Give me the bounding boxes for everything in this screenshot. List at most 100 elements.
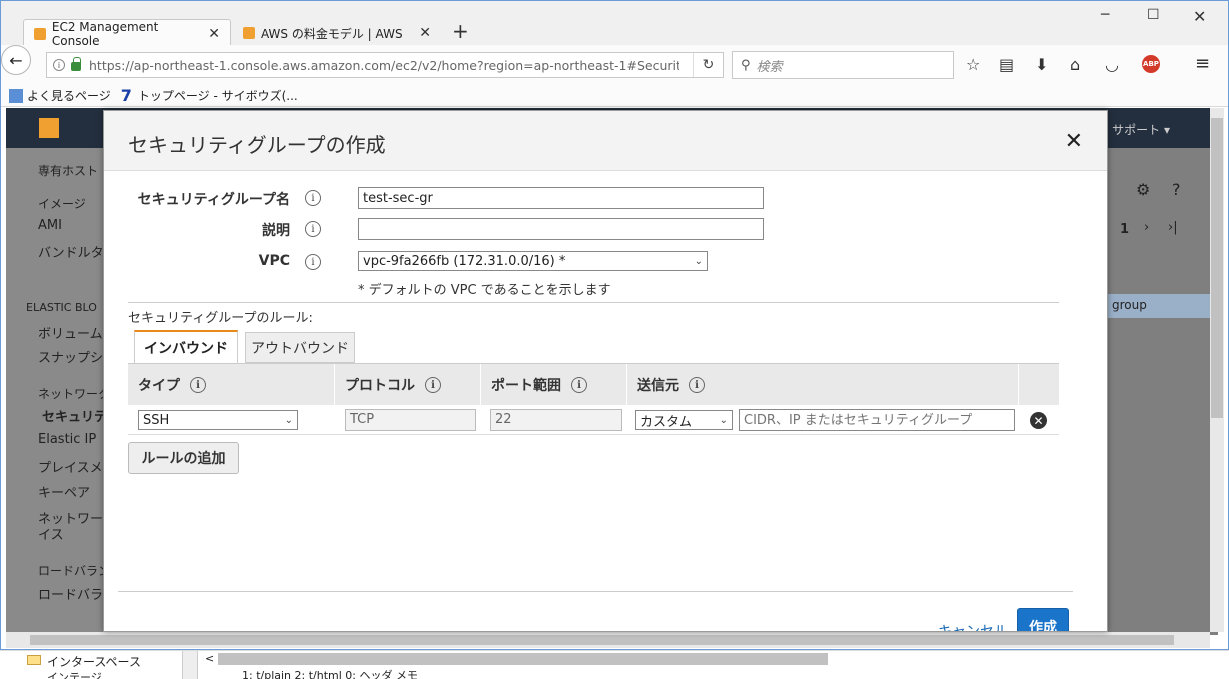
chevron-down-icon: ⌄ <box>694 255 703 267</box>
sidebar-item-security-groups[interactable]: セキュリテ <box>42 406 107 425</box>
pocket-icon[interactable]: ◡ <box>1105 55 1119 74</box>
sidebar-item[interactable]: イス <box>38 524 64 543</box>
column-protocol: プロトコル i <box>334 364 480 406</box>
console-right-panel: ⚙ ? 1 › ›| group <box>1108 148 1218 635</box>
rule-source-value: カスタム <box>640 414 693 430</box>
cidr-input[interactable] <box>739 409 1015 431</box>
rule-type-value: SSH <box>143 412 170 428</box>
info-icon[interactable]: i <box>305 190 321 206</box>
remove-rule-icon[interactable]: ✕ <box>1030 412 1047 429</box>
gear-icon[interactable]: ⚙ <box>1136 180 1150 199</box>
download-icon[interactable]: ⬇ <box>1035 55 1048 74</box>
rule-type-select[interactable]: SSH ⌄ <box>138 410 298 430</box>
lock-icon <box>71 57 81 71</box>
adblock-icon[interactable]: ABP <box>1142 55 1160 73</box>
sidebar-section[interactable]: ネットワーク <box>38 385 110 402</box>
vertical-scrollbar[interactable] <box>1210 108 1224 632</box>
column-label: 送信元 <box>637 378 679 394</box>
menu-icon[interactable]: ≡ <box>1195 53 1210 74</box>
sidebar-item[interactable]: 専有ホスト <box>38 162 98 179</box>
new-tab-button[interactable]: + <box>452 19 469 43</box>
tree-item[interactable]: インテージ <box>47 669 102 679</box>
next-page-icon[interactable]: › <box>1144 220 1149 235</box>
bookmark-cybozu[interactable]: 7 トップページ - サイボウズ(... <box>121 86 298 105</box>
site-info-icon[interactable]: i <box>53 59 65 71</box>
info-icon[interactable]: i <box>571 377 587 393</box>
sidebar-item[interactable]: キーペア <box>38 482 90 501</box>
tab-outbound[interactable]: アウトバウンド <box>245 332 355 363</box>
info-icon[interactable]: i <box>425 377 441 393</box>
vpc-select[interactable]: vpc-9fa266fb (172.31.0.0/16) * ⌄ <box>358 251 708 271</box>
bookmark-star-icon[interactable]: ☆ <box>966 55 980 74</box>
back-button[interactable]: ← <box>1 45 31 75</box>
home-icon[interactable]: ⌂ <box>1070 55 1080 74</box>
sidebar-section[interactable]: イメージ <box>38 195 86 212</box>
scroll-left-icon[interactable]: < <box>205 652 214 665</box>
browser-tab-ec2[interactable]: EC2 Management Console ✕ <box>23 19 231 48</box>
bookmark-label: トップページ - サイボウズ(... <box>137 89 298 103</box>
sidebar-item[interactable]: Elastic IP <box>38 432 96 447</box>
column-label: ポート範囲 <box>491 378 561 394</box>
minimize-icon[interactable]: ─ <box>1101 7 1109 23</box>
address-bar[interactable]: i https://ap-northeast-1.console.aws.ama… <box>46 52 724 78</box>
horizontal-scrollbar[interactable] <box>218 653 828 665</box>
bookmarks-toolbar: よく見るページ 7 トップページ - サイボウズ(... <box>1 85 1228 107</box>
table-cell: group <box>1112 298 1147 312</box>
ec2-sidebar: 専有ホスト イメージ AMI バンドルタ ELASTIC BLO ボリューム ス… <box>6 148 122 635</box>
reading-list-icon[interactable]: ▤ <box>999 55 1014 74</box>
cybozu-icon: 7 <box>120 86 132 105</box>
sg-name-input[interactable] <box>358 187 764 209</box>
dialog-title: セキュリティグループの作成 <box>128 133 386 157</box>
vpc-value: vpc-9fa266fb (172.31.0.0/16) * <box>363 253 566 269</box>
mail-tabs[interactable]: 1: t/plain 2: t/html 0: ヘッダ メモ <box>242 667 418 679</box>
maximize-icon[interactable]: ☐ <box>1147 7 1160 23</box>
bookmark-most-visited[interactable]: よく見るページ <box>9 87 111 104</box>
aws-logo-icon[interactable] <box>39 118 59 138</box>
pane-divider[interactable] <box>182 651 198 679</box>
browser-tab-pricing[interactable]: AWS の料金モデル | AWS ✕ <box>233 19 441 47</box>
rules-table-header: タイプ i プロトコル i ポート範囲 i 送信元 i <box>128 363 1059 406</box>
sidebar-item[interactable]: バンドルタ <box>38 242 104 261</box>
cancel-button[interactable]: キャンセル <box>938 621 1008 631</box>
info-icon[interactable]: i <box>305 221 321 237</box>
info-icon[interactable]: i <box>190 377 206 393</box>
add-rule-button[interactable]: ルールの追加 <box>128 442 239 474</box>
window-close-icon[interactable]: ✕ <box>1193 7 1206 26</box>
navigation-bar: ← i https://ap-northeast-1.console.aws.a… <box>1 45 1228 85</box>
search-input[interactable]: ⚲ 検索 <box>732 51 954 79</box>
sidebar-item[interactable]: ボリューム <box>38 323 103 342</box>
folder-icon <box>27 655 41 665</box>
horizontal-scrollbar[interactable] <box>6 632 1210 648</box>
scrollbar-thumb[interactable] <box>30 635 1174 645</box>
chevron-down-icon: ⌄ <box>284 414 293 426</box>
description-input[interactable] <box>358 218 764 240</box>
sidebar-section: ELASTIC BLO <box>26 301 97 314</box>
tab-inbound[interactable]: インバウンド <box>134 330 238 364</box>
aws-favicon-icon <box>34 27 46 40</box>
divider <box>118 591 1073 592</box>
rule-source-select[interactable]: カスタム ⌄ <box>635 410 733 430</box>
tab-label: EC2 Management Console <box>51 19 159 48</box>
last-page-icon[interactable]: ›| <box>1168 220 1178 235</box>
sg-name-label: セキュリティグループ名 <box>137 192 290 208</box>
create-button[interactable]: 作成 <box>1017 608 1069 631</box>
close-tab-icon[interactable]: ✕ <box>419 25 431 41</box>
column-label: タイプ <box>138 378 180 394</box>
bookmark-folder-icon <box>9 88 23 103</box>
scrollbar-thumb[interactable] <box>1211 118 1223 418</box>
help-icon[interactable]: ? <box>1172 180 1181 199</box>
vpc-label: VPC <box>258 253 290 269</box>
tab-label: AWS の料金モデル | AWS <box>261 26 403 41</box>
reload-icon[interactable]: ↻ <box>693 53 723 77</box>
column-port-range: ポート範囲 i <box>480 364 626 406</box>
close-icon[interactable]: ✕ <box>1065 129 1083 154</box>
info-icon[interactable]: i <box>689 377 705 393</box>
tree-item[interactable]: インタースペース <box>47 653 141 670</box>
close-tab-icon[interactable]: ✕ <box>208 26 220 42</box>
column-actions <box>1018 364 1059 406</box>
sidebar-item[interactable]: AMI <box>38 218 62 233</box>
rule-protocol-field: TCP <box>345 409 476 431</box>
divider <box>128 302 1059 303</box>
support-menu[interactable]: サポート ▾ <box>1112 121 1170 138</box>
info-icon[interactable]: i <box>305 254 321 270</box>
